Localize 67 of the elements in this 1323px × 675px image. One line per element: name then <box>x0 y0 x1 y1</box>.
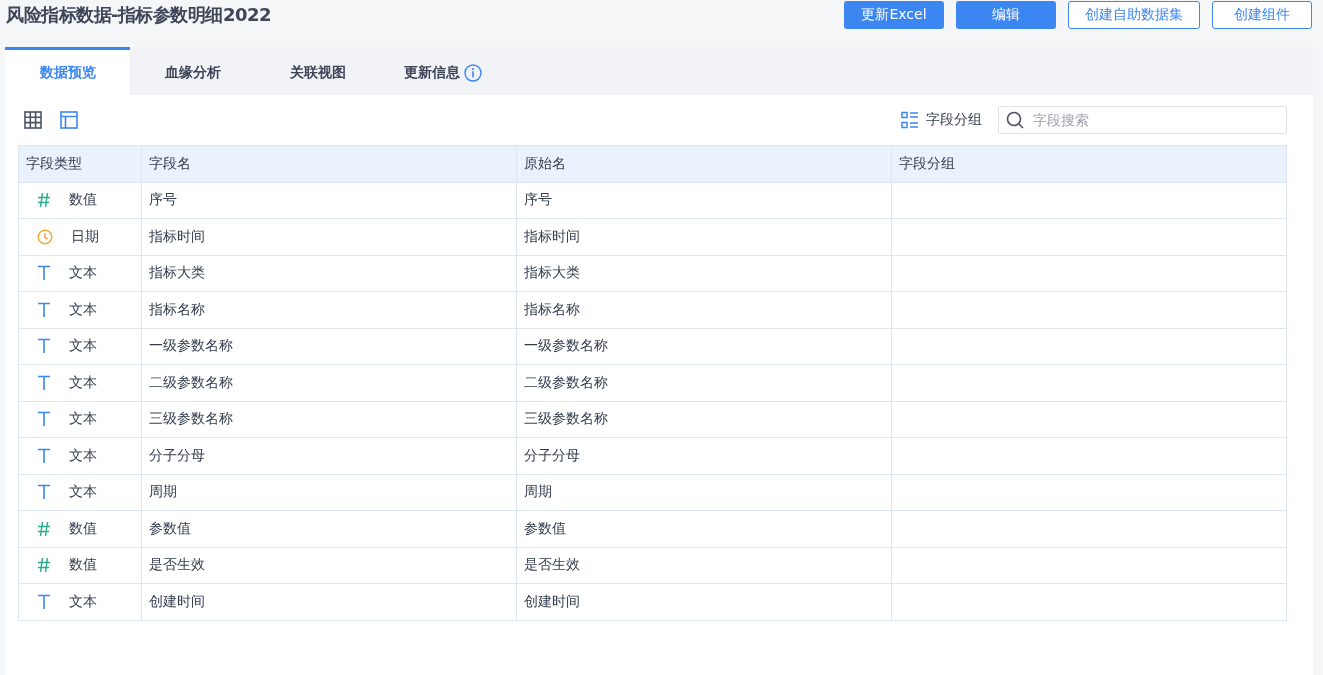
table-cell: 指标名称 <box>524 300 580 317</box>
table-cell: 创建时间 <box>149 592 205 609</box>
table-cell: 文本 <box>69 300 97 319</box>
text-type-icon <box>37 374 51 391</box>
field-group-button[interactable]: 字段分组 <box>901 111 982 129</box>
text-type-icon <box>37 301 51 318</box>
text-type-icon <box>37 593 51 610</box>
tab[interactable]: 数据预览 <box>5 47 130 95</box>
info-icon <box>463 63 482 82</box>
tab[interactable]: 关联视图 <box>255 47 380 95</box>
table-cell: 是否生效 <box>524 556 580 573</box>
table-cell: 文本 <box>69 337 97 356</box>
search-field[interactable]: 字段搜索 <box>998 106 1287 134</box>
table-cell: 文本 <box>69 410 97 429</box>
action-button[interactable]: 编辑 <box>956 1 1056 29</box>
tab[interactable]: 更新信息 <box>380 47 505 95</box>
table-cell: 文本 <box>69 373 97 392</box>
tab[interactable]: 血缘分析 <box>130 47 255 95</box>
table-cell: 指标时间 <box>149 227 205 244</box>
table-view-icon[interactable] <box>24 111 42 129</box>
table-cell: 文本 <box>69 483 97 502</box>
text-type-icon <box>37 447 51 464</box>
table-cell: 是否生效 <box>149 556 205 573</box>
layout-view-icon[interactable] <box>60 111 78 129</box>
column-header: 字段分组 <box>891 145 1287 182</box>
text-type-icon <box>37 265 51 282</box>
table-cell: 序号 <box>149 191 177 208</box>
action-button[interactable]: 创建组件 <box>1212 1 1312 29</box>
table-cell: 二级参数名称 <box>149 373 233 390</box>
list-group-icon <box>901 111 919 129</box>
table-cell: 日期 <box>71 227 99 246</box>
table-cell: 分子分母 <box>524 446 580 463</box>
table-cell: 三级参数名称 <box>524 410 608 427</box>
action-button[interactable]: 创建自助数据集 <box>1068 1 1200 29</box>
column-header: 原始名 <box>516 145 892 182</box>
table-cell: 指标大类 <box>149 264 205 281</box>
table-cell: 序号 <box>524 191 552 208</box>
text-type-icon <box>37 411 51 428</box>
text-type-icon <box>37 484 51 501</box>
table-cell: 参数值 <box>149 519 191 536</box>
table-cell: 指标大类 <box>524 264 580 281</box>
hash-icon <box>37 520 51 537</box>
table-cell: 创建时间 <box>524 592 580 609</box>
table-cell: 周期 <box>149 483 177 500</box>
action-button[interactable]: 更新Excel <box>844 1 944 29</box>
clock-icon <box>37 228 53 245</box>
table-cell: 数值 <box>69 519 97 538</box>
table-cell: 三级参数名称 <box>149 410 233 427</box>
table-cell: 参数值 <box>524 519 566 536</box>
hash-icon <box>37 192 51 209</box>
table-cell: 文本 <box>69 446 97 465</box>
hash-icon <box>37 557 51 574</box>
table-cell: 一级参数名称 <box>524 337 608 354</box>
text-type-icon <box>37 338 51 355</box>
table-cell: 一级参数名称 <box>149 337 233 354</box>
table-cell: 二级参数名称 <box>524 373 608 390</box>
page-title: 风险指标数据-指标参数明细2022 <box>6 3 272 27</box>
table-cell: 数值 <box>69 191 97 210</box>
table-cell: 数值 <box>69 556 97 575</box>
table-cell: 周期 <box>524 483 552 500</box>
table-cell: 指标名称 <box>149 300 205 317</box>
column-header: 字段名 <box>141 145 517 182</box>
table-cell: 指标时间 <box>524 227 580 244</box>
table-cell: 文本 <box>69 592 97 611</box>
table-cell: 分子分母 <box>149 446 205 463</box>
column-header: 字段类型 <box>18 145 142 182</box>
table-cell: 文本 <box>69 264 97 283</box>
